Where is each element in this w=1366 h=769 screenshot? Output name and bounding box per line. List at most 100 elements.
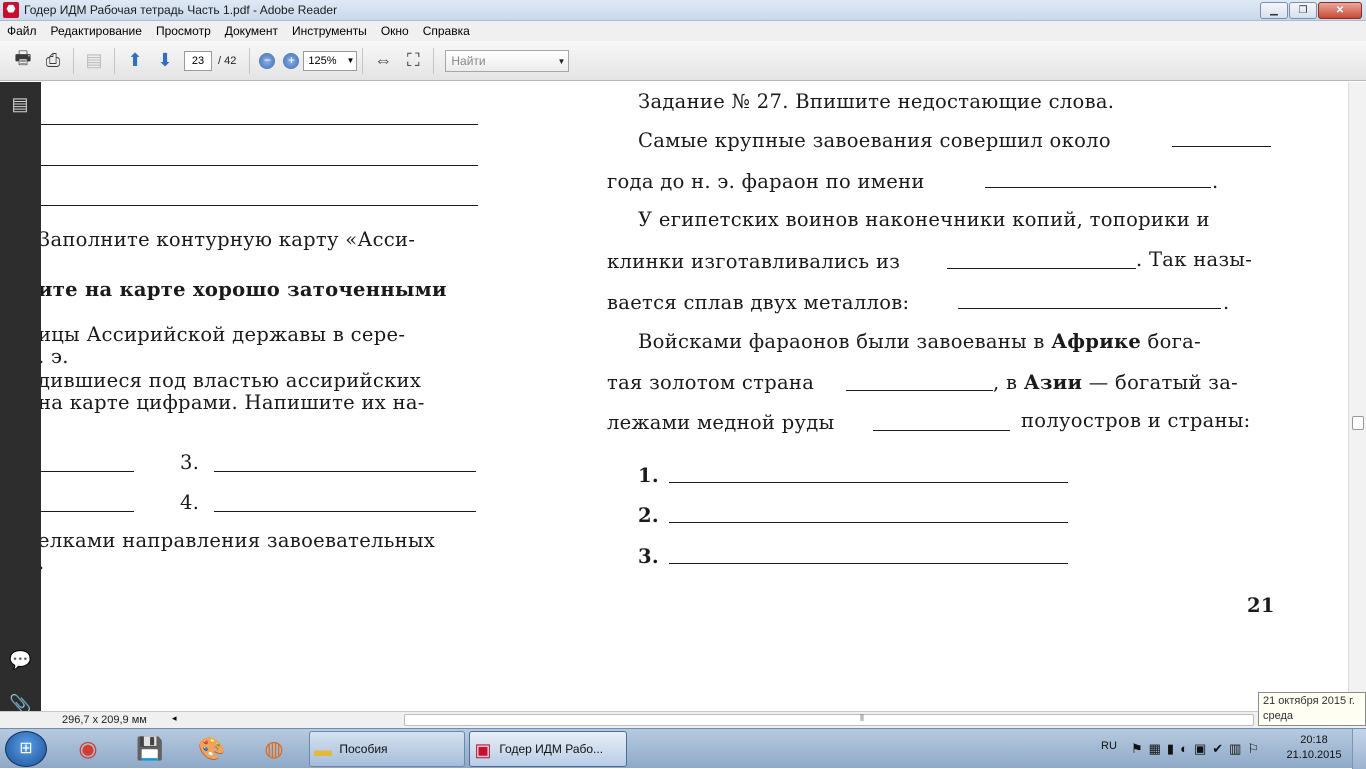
toolbar-divider bbox=[73, 47, 74, 74]
scrollbar-thumb[interactable] bbox=[1352, 416, 1364, 430]
left-page-text: Заполните контурную карту «Асси- bbox=[41, 228, 416, 251]
zoom-select[interactable]: 125% ▼ bbox=[303, 50, 358, 71]
keyword-asia: Азии bbox=[1023, 371, 1083, 394]
answer-line bbox=[669, 522, 1068, 523]
close-button[interactable]: ✕ bbox=[1318, 2, 1362, 19]
chrome-icon[interactable]: ◉ bbox=[68, 732, 108, 766]
tooltip-date: 21 октября 2015 г. bbox=[1263, 695, 1355, 707]
start-button[interactable]: ⊞ bbox=[5, 731, 47, 767]
previous-page-icon[interactable]: ⬆ bbox=[120, 46, 150, 76]
paragraph-text: . bbox=[1223, 291, 1230, 314]
pages-icon[interactable]: ▤ bbox=[9, 94, 31, 116]
clock[interactable]: 20:18 21.10.2015 bbox=[1284, 733, 1344, 763]
adobe-reader-icon: ⬣ bbox=[3, 2, 19, 18]
answer-line bbox=[214, 471, 476, 472]
page-total: / 42 bbox=[218, 54, 237, 67]
zoom-value: 125% bbox=[308, 54, 337, 67]
zoom-in-icon[interactable]: + bbox=[283, 52, 300, 69]
paragraph-text: , в Азии — богатый за- bbox=[993, 371, 1238, 394]
save-disk-icon[interactable]: 💾 bbox=[130, 732, 170, 766]
horizontal-scrollbar[interactable] bbox=[404, 714, 1254, 726]
left-page-text: ите на карте хорошо заточенными bbox=[41, 278, 447, 301]
scrollbar-grip-icon[interactable]: ⦀ bbox=[860, 713, 864, 724]
paragraph-text: бога- bbox=[1147, 330, 1201, 353]
paragraph-text: У египетских воинов наконечники копий, т… bbox=[638, 208, 1210, 231]
answer-line bbox=[846, 390, 993, 391]
fit-page-icon[interactable]: ⛶ bbox=[398, 46, 428, 76]
paragraph-text: , в bbox=[993, 371, 1018, 394]
search-input[interactable]: Найти ▼ bbox=[445, 49, 570, 72]
paragraph-text: Войсками фараонов были завоеваны в Африк… bbox=[638, 330, 1201, 353]
paragraph-text: года до н. э. фараон по имени bbox=[607, 170, 925, 193]
document-viewport[interactable]: Заполните контурную карту «Асси- ите на … bbox=[41, 82, 1348, 711]
paragraph-text: . Так назы- bbox=[1136, 248, 1253, 271]
menu-bar: Файл Редактирование Просмотр Документ Ин… bbox=[0, 21, 1366, 41]
clock-date: 21.10.2015 bbox=[1286, 749, 1342, 761]
maximize-button[interactable]: ❐ bbox=[1289, 2, 1317, 19]
toolbar-divider bbox=[362, 47, 364, 74]
next-page-icon[interactable]: ⬇ bbox=[150, 46, 180, 76]
page-number-input[interactable]: 23 bbox=[184, 50, 212, 71]
menu-edit[interactable]: Редактирование bbox=[44, 24, 149, 38]
window-title: Годер ИДМ Рабочая тетрадь Часть 1.pdf - … bbox=[24, 3, 338, 17]
answer-line bbox=[947, 268, 1136, 269]
left-page-text: на карте цифрами. Напишите их на- bbox=[41, 391, 425, 414]
window-controls: ▁ ❐ ✕ bbox=[1260, 2, 1362, 19]
answer-line bbox=[669, 563, 1068, 564]
firefox-icon[interactable]: ◍ bbox=[254, 732, 294, 766]
answer-line bbox=[985, 187, 1211, 188]
export-icon[interactable]: ⎙ bbox=[38, 46, 68, 76]
page-dimensions: 296,7 x 209,9 мм bbox=[62, 714, 147, 726]
menu-tools[interactable]: Инструменты bbox=[285, 24, 374, 38]
zoom-out-icon[interactable]: − bbox=[259, 52, 276, 69]
fit-width-icon[interactable]: ⇔ bbox=[368, 46, 398, 76]
list-number: 3. bbox=[180, 451, 200, 474]
page-number: 21 bbox=[1247, 594, 1275, 617]
answer-line bbox=[41, 205, 478, 206]
paragraph-text: вается сплав двух металлов: bbox=[607, 291, 910, 314]
task-adobe-reader[interactable]: ▣ Годер ИДМ Рабо... bbox=[469, 731, 627, 767]
paragraph-text: лежами медной руды bbox=[607, 411, 835, 434]
comments-icon[interactable]: 💬 bbox=[9, 650, 31, 672]
tooltip-weekday: среда bbox=[1263, 710, 1294, 722]
menu-view[interactable]: Просмотр bbox=[149, 24, 218, 38]
list-number: 3. bbox=[638, 545, 659, 568]
answer-line bbox=[41, 511, 134, 512]
title-bar: ⬣ Годер ИДМ Рабочая тетрадь Часть 1.pdf … bbox=[0, 0, 1366, 21]
print-icon[interactable]: 🖶 bbox=[8, 46, 38, 76]
folder-icon: ▬ bbox=[314, 739, 332, 760]
left-page-text: дившиеся под властью ассирийских bbox=[41, 369, 422, 392]
taskbar: ⊞ ◉ 💾 🎨 ◍ ▬ Пособия ▣ Годер ИДМ Рабо... … bbox=[0, 728, 1366, 769]
chevron-down-icon: ▼ bbox=[346, 55, 355, 65]
tray-icons[interactable]: ⚑▦▮◐▣✔▥⚐ bbox=[1131, 741, 1265, 757]
pdf-icon: ▣ bbox=[474, 739, 492, 760]
task-folder-posobiya[interactable]: ▬ Пособия bbox=[309, 731, 465, 767]
answer-line bbox=[41, 165, 478, 166]
comment-icon[interactable]: ▤ bbox=[79, 46, 109, 76]
answer-line bbox=[958, 308, 1221, 309]
navigation-panel: ▤ 💬 📎 bbox=[0, 82, 41, 728]
menu-window[interactable]: Окно bbox=[374, 24, 416, 38]
list-number: 1. bbox=[638, 464, 659, 487]
paragraph-text: тая золотом страна bbox=[607, 371, 815, 394]
paragraph-text: . bbox=[1212, 170, 1219, 193]
chevron-down-icon[interactable]: ▼ bbox=[557, 52, 565, 72]
menu-document[interactable]: Документ bbox=[218, 24, 285, 38]
task-title: Задание № 27. Впишите недостающие слова. bbox=[638, 90, 1115, 113]
menu-help[interactable]: Справка bbox=[416, 24, 477, 38]
toolbar-divider bbox=[249, 47, 251, 74]
vertical-scrollbar[interactable] bbox=[1348, 82, 1366, 711]
paint-icon[interactable]: 🎨 bbox=[192, 732, 232, 766]
minimize-button[interactable]: ▁ bbox=[1260, 2, 1288, 19]
language-indicator[interactable]: RU bbox=[1101, 740, 1117, 752]
show-desktop-button[interactable] bbox=[1352, 729, 1366, 769]
answer-line bbox=[1172, 146, 1271, 147]
answer-line bbox=[41, 124, 478, 125]
search-placeholder: Найти bbox=[451, 53, 486, 68]
left-page-text: . bbox=[41, 551, 45, 574]
menu-file[interactable]: Файл bbox=[0, 24, 44, 38]
paragraph-text: Самые крупные завоевания совершил около bbox=[638, 129, 1111, 152]
toolbar: 🖶 ⎙ ▤ ⬆ ⬇ 23 / 42 − + 125% ▼ ⇔ ⛶ Найти ▼ bbox=[0, 41, 1366, 81]
scroll-left-icon[interactable]: ◂ bbox=[172, 713, 177, 724]
date-tooltip: 21 октября 2015 г. среда bbox=[1258, 692, 1366, 726]
